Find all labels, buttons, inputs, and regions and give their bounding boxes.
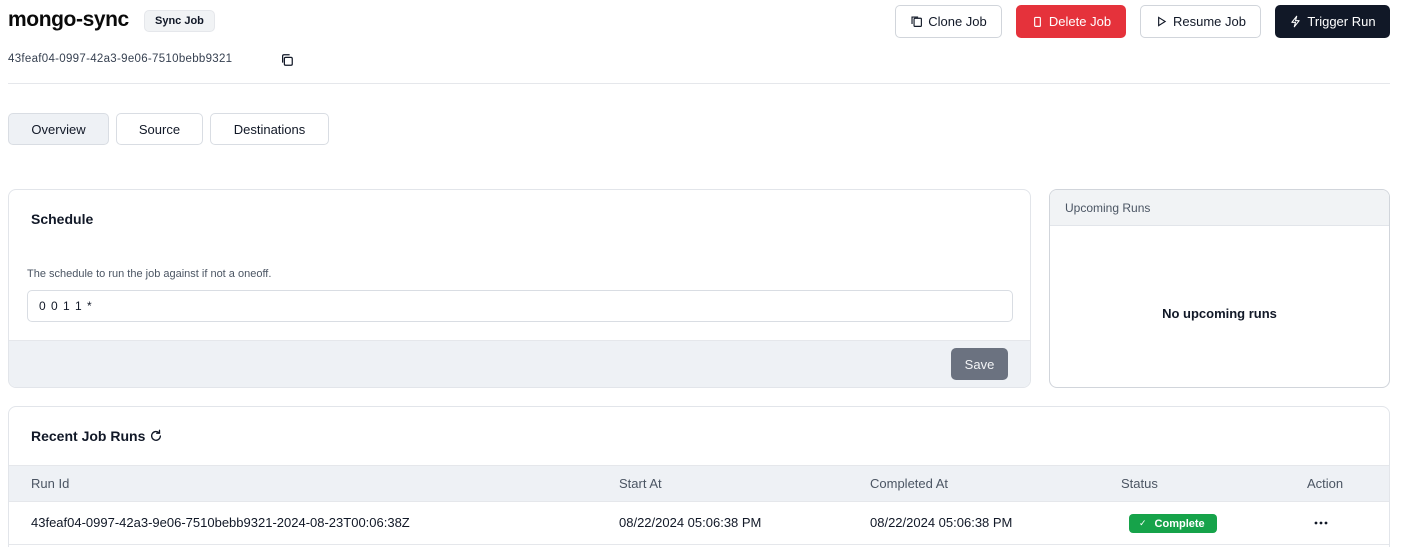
completed-at-cell: 08/22/2024 05:06:38 PM xyxy=(870,515,1013,530)
header-divider xyxy=(8,83,1390,84)
run-id-cell[interactable]: 43feaf04-0997-42a3-9e06-7510bebb9321-202… xyxy=(31,502,410,544)
trigger-run-label: Trigger Run xyxy=(1307,14,1376,29)
job-page: mongo-sync Sync Job 43feaf04-0997-42a3-9… xyxy=(0,0,1408,547)
start-at-cell: 08/22/2024 05:06:38 PM xyxy=(619,515,762,530)
col-status: Status xyxy=(1121,476,1158,491)
delete-job-button[interactable]: Delete Job xyxy=(1016,5,1126,38)
save-button[interactable]: Save xyxy=(951,348,1008,380)
status-badge: ✓ Complete xyxy=(1129,514,1217,533)
job-type-badge: Sync Job xyxy=(144,10,215,32)
job-id: 43feaf04-0997-42a3-9e06-7510bebb9321 xyxy=(8,53,233,65)
trash-icon xyxy=(1034,16,1041,27)
delete-job-label: Delete Job xyxy=(1048,14,1112,29)
recent-runs-card: Recent Job Runs Run Id Start At Complete… xyxy=(8,406,1390,547)
page-title: mongo-sync xyxy=(8,8,129,31)
col-action: Action xyxy=(1307,476,1344,491)
refresh-icon[interactable] xyxy=(149,429,163,443)
recent-runs-title: Recent Job Runs xyxy=(31,428,146,444)
upcoming-runs-title: Upcoming Runs xyxy=(1050,190,1389,226)
play-icon xyxy=(1158,16,1167,27)
schedule-input[interactable] xyxy=(27,290,1013,322)
tab-overview[interactable]: Overview xyxy=(8,113,109,145)
lightning-icon xyxy=(1291,15,1301,28)
col-completed-at: Completed At xyxy=(870,476,949,491)
schedule-description: The schedule to run the job against if n… xyxy=(27,268,272,280)
schedule-footer: Save xyxy=(9,340,1030,387)
tab-destinations[interactable]: Destinations xyxy=(210,113,329,145)
table-row: 43feaf04-0997-42a3-9e06-7510bebb9321-202… xyxy=(9,502,1389,545)
copy-icon[interactable] xyxy=(280,53,294,67)
upcoming-runs-card: Upcoming Runs No upcoming runs xyxy=(1049,189,1390,388)
schedule-card: Schedule The schedule to run the job aga… xyxy=(8,189,1031,388)
resume-job-button[interactable]: Resume Job xyxy=(1140,5,1261,38)
clone-job-button[interactable]: Clone Job xyxy=(895,5,1002,38)
clone-icon xyxy=(911,16,923,27)
clone-job-label: Clone Job xyxy=(928,14,987,29)
trigger-run-button[interactable]: Trigger Run xyxy=(1275,5,1390,38)
more-actions-icon[interactable] xyxy=(1313,516,1329,530)
resume-job-label: Resume Job xyxy=(1173,14,1246,29)
table-header: Run Id Start At Completed At Status Acti… xyxy=(9,465,1389,502)
col-start-at: Start At xyxy=(619,476,662,491)
col-run-id: Run Id xyxy=(31,476,70,491)
upcoming-runs-empty: No upcoming runs xyxy=(1162,306,1277,321)
check-icon: ✓ xyxy=(1139,518,1147,528)
status-label: Complete xyxy=(1154,517,1205,530)
tab-source[interactable]: Source xyxy=(116,113,203,145)
schedule-title: Schedule xyxy=(31,211,94,227)
